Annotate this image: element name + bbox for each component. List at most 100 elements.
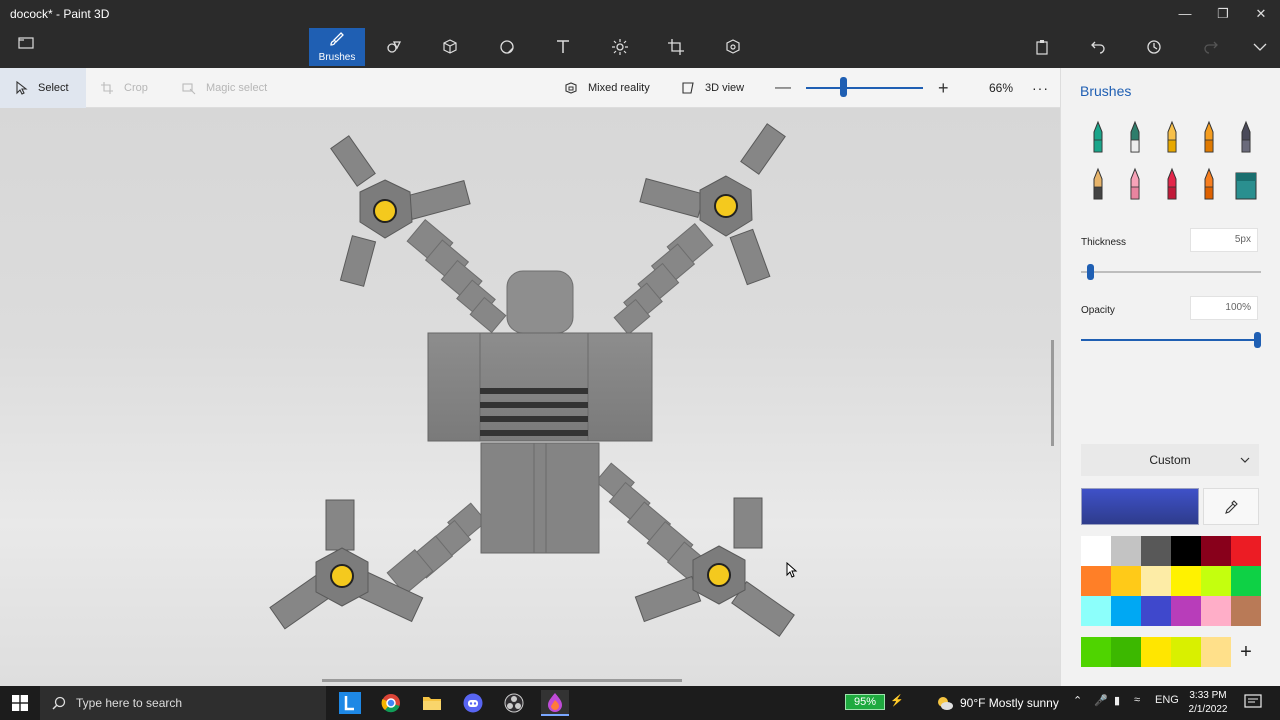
custom-swatch-1[interactable] — [1081, 637, 1111, 667]
palette-swatch-4[interactable] — [1171, 536, 1201, 566]
redo-button[interactable] — [1199, 36, 1223, 58]
crop-button[interactable]: Crop — [100, 68, 148, 108]
palette-swatch-5[interactable] — [1201, 536, 1231, 566]
clock[interactable]: 3:33 PM 2/1/2022 — [1180, 689, 1236, 717]
marker-icon[interactable] — [1085, 120, 1111, 156]
thickness-slider-thumb[interactable] — [1087, 264, 1094, 280]
notifications-icon[interactable] — [1244, 694, 1262, 710]
custom-swatch-5[interactable] — [1201, 637, 1231, 667]
fill-bucket-icon[interactable] — [1233, 167, 1259, 203]
windows-start-icon[interactable] — [12, 695, 28, 711]
palette-swatch-1[interactable] — [1081, 536, 1111, 566]
palette-swatch-12[interactable] — [1231, 566, 1261, 596]
tool-stickers[interactable] — [479, 28, 535, 66]
taskbar-app-l[interactable] — [336, 690, 364, 716]
close-button[interactable]: ✕ — [1242, 4, 1280, 24]
current-color-swatch[interactable] — [1081, 488, 1199, 525]
palette-swatch-2[interactable] — [1111, 536, 1141, 566]
crayon-icon[interactable] — [1159, 167, 1185, 203]
palette-swatch-15[interactable] — [1141, 596, 1171, 626]
palette-swatch-10[interactable] — [1171, 566, 1201, 596]
watercolor-icon[interactable] — [1196, 120, 1222, 156]
eraser-icon[interactable] — [1122, 167, 1148, 203]
palette-swatch-11[interactable] — [1201, 566, 1231, 596]
palette-swatch-14[interactable] — [1111, 596, 1141, 626]
taskbar-chrome[interactable] — [377, 690, 405, 716]
lower-left-arm — [386, 502, 487, 595]
undo-icon — [1091, 41, 1105, 54]
language-indicator[interactable]: ENG — [1155, 694, 1179, 706]
palette-swatch-9[interactable] — [1141, 566, 1171, 596]
pixel-pen-icon[interactable] — [1233, 120, 1259, 156]
palette-swatch-6[interactable] — [1231, 536, 1261, 566]
3d-view-button[interactable]: 3D view — [681, 68, 744, 108]
spray-can-icon[interactable] — [1196, 167, 1222, 203]
battery-indicator[interactable]: 95% — [845, 694, 885, 710]
history-button[interactable] — [1142, 36, 1166, 58]
tool-2d-shapes[interactable] — [366, 28, 422, 66]
palette-swatch-3[interactable] — [1141, 536, 1171, 566]
calligraphy-pen-icon[interactable] — [1122, 120, 1148, 156]
search-placeholder: Type here to search — [76, 696, 183, 710]
custom-swatch-4[interactable] — [1171, 637, 1201, 667]
palette-swatch-13[interactable] — [1081, 596, 1111, 626]
tray-overflow-chevron-up-icon[interactable]: ⌃ — [1073, 694, 1082, 707]
taskbar-file-explorer[interactable] — [418, 690, 446, 716]
tool-text[interactable] — [535, 28, 591, 66]
thickness-slider-track[interactable] — [1081, 271, 1261, 273]
add-color-button[interactable]: + — [1231, 637, 1261, 667]
zoom-out-button[interactable]: — — [775, 68, 791, 108]
weather-text: 90°F Mostly sunny — [960, 696, 1059, 710]
tool-canvas[interactable] — [648, 28, 704, 66]
palette-swatch-18[interactable] — [1231, 596, 1261, 626]
menu-folder-icon[interactable] — [18, 36, 40, 56]
canvas-viewport[interactable] — [0, 108, 1060, 686]
taskbar-paint3d[interactable] — [541, 690, 569, 716]
expand-menu-button[interactable] — [1248, 36, 1272, 58]
3d-model-render[interactable] — [0, 108, 1060, 686]
maximize-button[interactable]: ❐ — [1204, 4, 1242, 24]
magic-select-button[interactable]: Magic select — [182, 68, 267, 108]
paste-button[interactable] — [1030, 36, 1054, 58]
select-button[interactable]: Select — [0, 68, 86, 108]
undo-button[interactable] — [1086, 36, 1110, 58]
zoom-slider-thumb[interactable] — [839, 77, 847, 97]
oil-brush-icon[interactable] — [1159, 120, 1185, 156]
vertical-scrollbar[interactable] — [1051, 340, 1054, 446]
mixed-reality-icon — [565, 82, 577, 94]
opacity-input[interactable]: 100% — [1190, 296, 1258, 320]
panel-title: Brushes — [1080, 83, 1132, 99]
opacity-slider-thumb[interactable] — [1254, 332, 1261, 348]
thickness-input[interactable]: 5px — [1190, 228, 1258, 252]
taskbar-search-box[interactable]: Type here to search — [40, 686, 326, 720]
mixed-reality-button[interactable]: Mixed reality — [564, 68, 650, 108]
color-mode-dropdown[interactable]: Custom — [1081, 444, 1259, 476]
tool-brushes[interactable]: Brushes — [309, 28, 365, 66]
microphone-icon[interactable]: 🎤 — [1094, 694, 1108, 707]
custom-swatch-2[interactable] — [1111, 637, 1141, 667]
chevron-down-icon — [1253, 43, 1267, 51]
palette-swatch-17[interactable] — [1201, 596, 1231, 626]
palette-swatch-16[interactable] — [1171, 596, 1201, 626]
pencil-icon[interactable] — [1085, 167, 1111, 203]
obs-icon — [504, 693, 524, 713]
horizontal-scrollbar[interactable] — [322, 679, 682, 682]
eyedropper-button[interactable] — [1203, 488, 1259, 525]
custom-swatch-3[interactable] — [1141, 637, 1171, 667]
3d-view-label: 3D view — [705, 82, 745, 94]
palette-swatch-8[interactable] — [1111, 566, 1141, 596]
battery-tray-icon[interactable]: ▮ — [1114, 694, 1120, 707]
more-options-button[interactable]: ··· — [1032, 68, 1049, 108]
tool-3d-shapes[interactable] — [422, 28, 478, 66]
weather-widget[interactable]: 90°F Mostly sunny — [936, 686, 1059, 720]
zoom-in-button[interactable]: + — [938, 68, 949, 108]
minimize-button[interactable]: — — [1166, 4, 1204, 24]
palette-swatch-7[interactable] — [1081, 566, 1111, 596]
tool-3d-library[interactable] — [705, 28, 761, 66]
taskbar-discord[interactable] — [459, 690, 487, 716]
zoom-slider-track[interactable] — [806, 87, 923, 89]
tool-effects[interactable] — [592, 28, 648, 66]
taskbar-obs[interactable] — [500, 690, 528, 716]
opacity-slider-track[interactable] — [1081, 339, 1261, 341]
wifi-icon[interactable]: ≈ — [1134, 694, 1140, 706]
